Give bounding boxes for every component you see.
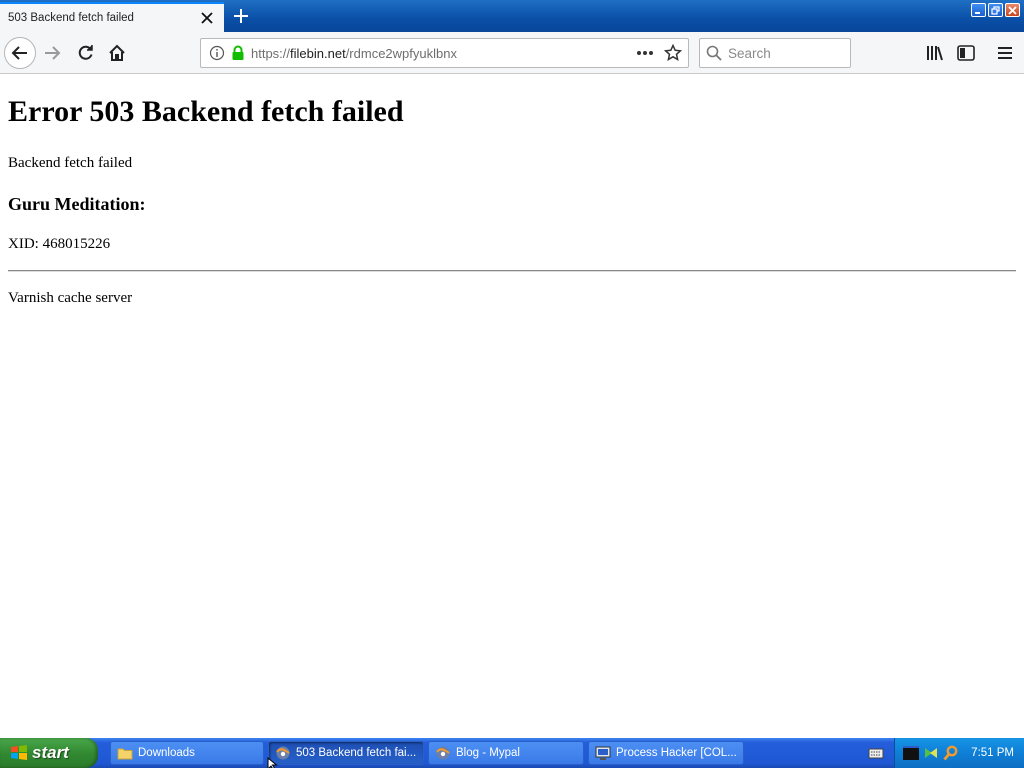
minimize-button[interactable]: [971, 3, 986, 17]
search-bar[interactable]: Search: [699, 38, 851, 68]
page-content: Error 503 Backend fetch failed Backend f…: [0, 75, 1024, 738]
server-footer: Varnish cache server: [8, 290, 133, 306]
reload-icon: [78, 45, 93, 60]
taskbar-item-label: Process Hacker [COL...: [616, 747, 737, 759]
magnifier-icon[interactable]: [943, 745, 959, 761]
console-icon[interactable]: [903, 745, 919, 761]
url-bar[interactable]: https://filebin.net/rdmce2wpfyuklbnx: [200, 38, 689, 68]
taskbar-item-downloads[interactable]: Downloads: [110, 741, 264, 765]
hamburger-menu-icon: [998, 47, 1012, 59]
menu-button[interactable]: [993, 41, 1017, 65]
taskbar-item-label: 503 Backend fetch fai...: [296, 747, 417, 759]
error-message: Backend fetch failed: [8, 155, 133, 171]
library-button[interactable]: [923, 41, 947, 65]
error-heading: Error 503 Backend fetch failed: [8, 95, 404, 128]
url-text[interactable]: https://filebin.net/rdmce2wpfyuklbnx: [251, 46, 636, 61]
back-button[interactable]: [4, 37, 36, 69]
library-icon: [927, 46, 943, 61]
new-tab-button[interactable]: [228, 4, 254, 28]
start-button[interactable]: start: [0, 738, 98, 768]
lock-icon[interactable]: [231, 45, 245, 61]
horizontal-rule: [8, 270, 1016, 272]
url-path: /rdmce2wpfyuklbnx: [345, 45, 457, 61]
taskbar-item-process-hacker[interactable]: Process Hacker [COL...: [588, 741, 744, 765]
taskbar-item-label: Blog - Mypal: [456, 747, 520, 759]
search-placeholder: Search: [728, 45, 771, 61]
system-tray: 7:51 PM: [894, 738, 1024, 768]
taskbar-item-blog-mypal[interactable]: Blog - Mypal: [428, 741, 584, 765]
forward-button[interactable]: [40, 41, 64, 65]
url-prefix: https://: [251, 45, 291, 61]
page-actions-icon[interactable]: [636, 50, 654, 56]
search-icon: [706, 45, 722, 61]
mouse-cursor-icon: [267, 756, 279, 768]
sidebar-button[interactable]: [954, 41, 978, 65]
window-controls: [971, 3, 1020, 17]
url-host: filebin.net: [290, 45, 346, 61]
taskbar-clock: 7:51 PM: [971, 747, 1014, 759]
windows-logo-icon: [10, 744, 28, 762]
taskbar-item-503-error[interactable]: 503 Backend fetch fai...: [268, 741, 424, 765]
sidebar-icon: [957, 45, 975, 61]
taskbar-item-label: Downloads: [138, 747, 195, 759]
browser-icon: [435, 745, 451, 761]
network-icon[interactable]: [923, 745, 939, 761]
close-window-button[interactable]: [1005, 3, 1020, 17]
guru-meditation-heading: Guru Meditation:: [8, 194, 146, 214]
back-arrow-icon: [11, 46, 27, 60]
folder-icon: [117, 746, 133, 760]
forward-arrow-icon: [45, 46, 61, 60]
windows-taskbar: start Downloads 503 Backend fetch fai...…: [0, 738, 1024, 768]
reload-button[interactable]: [74, 41, 98, 65]
tab-title: 503 Backend fetch failed: [8, 12, 134, 24]
active-tab[interactable]: 503 Backend fetch failed: [0, 2, 224, 32]
close-tab-icon[interactable]: [194, 5, 220, 31]
home-icon: [109, 44, 125, 61]
browser-titlebar: 503 Backend fetch failed: [0, 0, 1024, 32]
restore-button[interactable]: [988, 3, 1003, 17]
bookmark-star-icon[interactable]: [664, 44, 682, 62]
xid-text: XID: 468015226: [8, 236, 111, 252]
start-label: start: [32, 743, 69, 762]
keyboard-icon[interactable]: [868, 746, 884, 760]
home-button[interactable]: [105, 41, 129, 65]
site-info-icon[interactable]: [209, 45, 225, 61]
navigation-toolbar: https://filebin.net/rdmce2wpfyuklbnx Sea…: [0, 32, 1024, 74]
monitor-icon: [595, 746, 611, 761]
